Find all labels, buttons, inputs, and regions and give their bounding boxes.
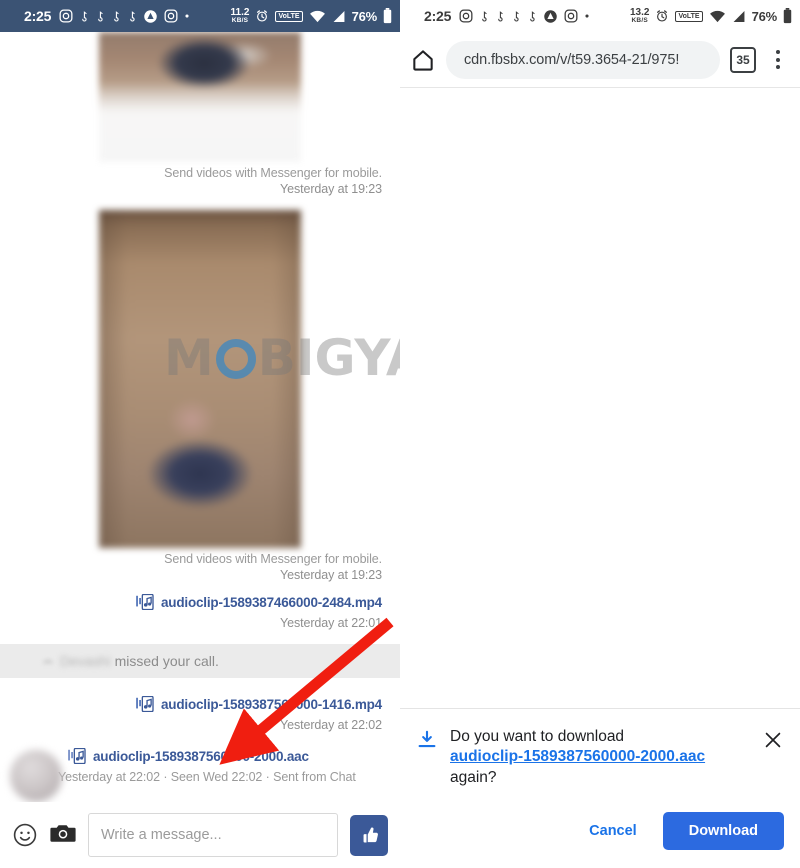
- avg-icon: [143, 9, 158, 24]
- video-caption: Send videos with Messenger for mobile.: [164, 552, 382, 566]
- audio-file-icon: [136, 695, 154, 713]
- tiktok-icon: [79, 10, 89, 22]
- message-input[interactable]: [88, 813, 338, 857]
- tiktok-icon: [479, 10, 489, 22]
- download-dialog: Do you want to download audioclip-158938…: [400, 707, 800, 868]
- data-rate-indicator: 13.2 KB/S: [630, 8, 649, 24]
- alarm-icon: [255, 9, 269, 23]
- tiktok-icon: [111, 10, 121, 22]
- message-timestamp: Yesterday at 19:23: [280, 568, 382, 582]
- audio-file-icon: [68, 747, 86, 765]
- battery-icon: [783, 8, 792, 24]
- tiktok-icon: [127, 10, 137, 22]
- signal-icon: [332, 10, 346, 23]
- url-bar[interactable]: cdn.fbsbx.com/v/t59.3654-21/975!: [446, 40, 720, 79]
- message-file-incoming[interactable]: audioclip-1589387560000-2000.aac Yesterd…: [0, 732, 400, 802]
- missed-call-name: Devashi: [60, 653, 111, 669]
- download-dialog-actions: Cancel Download: [416, 788, 784, 856]
- like-button[interactable]: [350, 814, 388, 856]
- chrome-browser-panel: 2:25 13.2 KB/S VoLTE 76% cdn.fbsbx.com/v…: [400, 0, 800, 868]
- message-file-1[interactable]: audioclip-1589387466000-2484.mp4 Yesterd…: [0, 582, 400, 630]
- dot-icon: [184, 13, 190, 19]
- message-composer: [0, 802, 400, 868]
- instagram-icon: [59, 9, 73, 23]
- dot-icon: [584, 13, 590, 19]
- download-dialog-text: Do you want to download audioclip-158938…: [450, 727, 750, 788]
- download-icon: [416, 729, 438, 751]
- left-status-bar: 2:25 11.2 KB/S VoLTE 76%: [0, 0, 400, 32]
- data-rate-unit: KB/S: [631, 16, 648, 24]
- video-caption: Send videos with Messenger for mobile.: [164, 166, 382, 180]
- data-rate-indicator: 11.2 KB/S: [231, 8, 250, 24]
- status-time: 2:25: [424, 8, 452, 24]
- volte-badge: VoLTE: [275, 10, 303, 22]
- alarm-icon: [655, 9, 669, 23]
- browser-toolbar: cdn.fbsbx.com/v/t59.3654-21/975! 35: [400, 32, 800, 88]
- smiley-icon[interactable]: [12, 822, 38, 848]
- wifi-icon: [309, 10, 326, 23]
- wifi-icon: [709, 10, 726, 23]
- tiktok-icon: [511, 10, 521, 22]
- message-file-2[interactable]: audioclip-1589387560000-1416.mp4 Yesterd…: [0, 678, 400, 732]
- avg-icon: [543, 9, 558, 24]
- instagram-icon: [564, 9, 578, 23]
- instagram-icon: [459, 9, 473, 23]
- messenger-panel: 2:25 11.2 KB/S VoLTE 76% Send videos wit…: [0, 0, 400, 868]
- battery-icon: [383, 8, 392, 24]
- conversation-thread[interactable]: Send videos with Messenger for mobile. Y…: [0, 32, 400, 802]
- home-icon[interactable]: [410, 47, 436, 73]
- message-timestamp: Yesterday at 22:02: [280, 718, 382, 732]
- message-timestamp: Yesterday at 22:01: [280, 616, 382, 630]
- status-time: 2:25: [24, 8, 52, 24]
- web-page-content: Do you want to download audioclip-158938…: [400, 88, 800, 868]
- video-thumbnail-wrap[interactable]: [18, 210, 382, 548]
- audio-file-icon: [136, 593, 154, 611]
- file-name[interactable]: audioclip-1589387466000-2484.mp4: [161, 595, 382, 610]
- close-icon[interactable]: [762, 729, 784, 751]
- cancel-button[interactable]: Cancel: [573, 813, 653, 849]
- file-attachment[interactable]: audioclip-1589387560000-2000.aac: [18, 747, 382, 765]
- battery-percent: 76%: [351, 8, 378, 24]
- tiktok-icon: [527, 10, 537, 22]
- message-video-1[interactable]: Send videos with Messenger for mobile. Y…: [0, 32, 400, 196]
- download-question-suffix: again?: [450, 768, 497, 786]
- avatar: [10, 750, 62, 802]
- kebab-menu-icon[interactable]: [766, 47, 790, 73]
- volte-badge: VoLTE: [675, 10, 703, 22]
- video-thumbnail[interactable]: [99, 32, 301, 162]
- file-name[interactable]: audioclip-1589387560000-2000.aac: [93, 749, 309, 764]
- screenshot-root: 2:25 11.2 KB/S VoLTE 76% Send videos wit…: [0, 0, 800, 868]
- data-rate-unit: KB/S: [231, 16, 249, 24]
- message-video-2[interactable]: Send videos with Messenger for mobile. Y…: [0, 196, 400, 582]
- tiktok-icon: [495, 10, 505, 22]
- file-name[interactable]: audioclip-1589387560000-1416.mp4: [161, 697, 382, 712]
- download-question-prefix: Do you want to download: [450, 727, 625, 745]
- download-button[interactable]: Download: [662, 812, 784, 850]
- file-attachment[interactable]: audioclip-1589387560000-1416.mp4: [18, 684, 382, 713]
- video-thumbnail[interactable]: [99, 210, 301, 548]
- message-timestamp: Yesterday at 19:23: [280, 182, 382, 196]
- camera-icon[interactable]: [50, 822, 76, 848]
- right-status-bar: 2:25 13.2 KB/S VoLTE 76%: [400, 0, 800, 32]
- battery-percent: 76%: [751, 8, 778, 24]
- signal-icon: [732, 10, 746, 23]
- message-meta: Yesterday at 22:02 · Seen Wed 22:02 · Se…: [58, 770, 356, 784]
- video-thumbnail-wrap[interactable]: [18, 32, 382, 162]
- download-file-link[interactable]: audioclip-1589387560000-2000.aac: [450, 748, 705, 765]
- instagram-icon: [164, 9, 178, 23]
- tab-switcher-button[interactable]: 35: [730, 46, 756, 73]
- file-attachment[interactable]: audioclip-1589387466000-2484.mp4: [18, 582, 382, 611]
- missed-call-banner: Devashi missed your call.: [0, 644, 400, 678]
- tiktok-icon: [95, 10, 105, 22]
- missed-call-icon: [40, 653, 56, 669]
- download-dialog-body: Do you want to download audioclip-158938…: [416, 727, 784, 788]
- missed-call-text: missed your call.: [114, 653, 219, 669]
